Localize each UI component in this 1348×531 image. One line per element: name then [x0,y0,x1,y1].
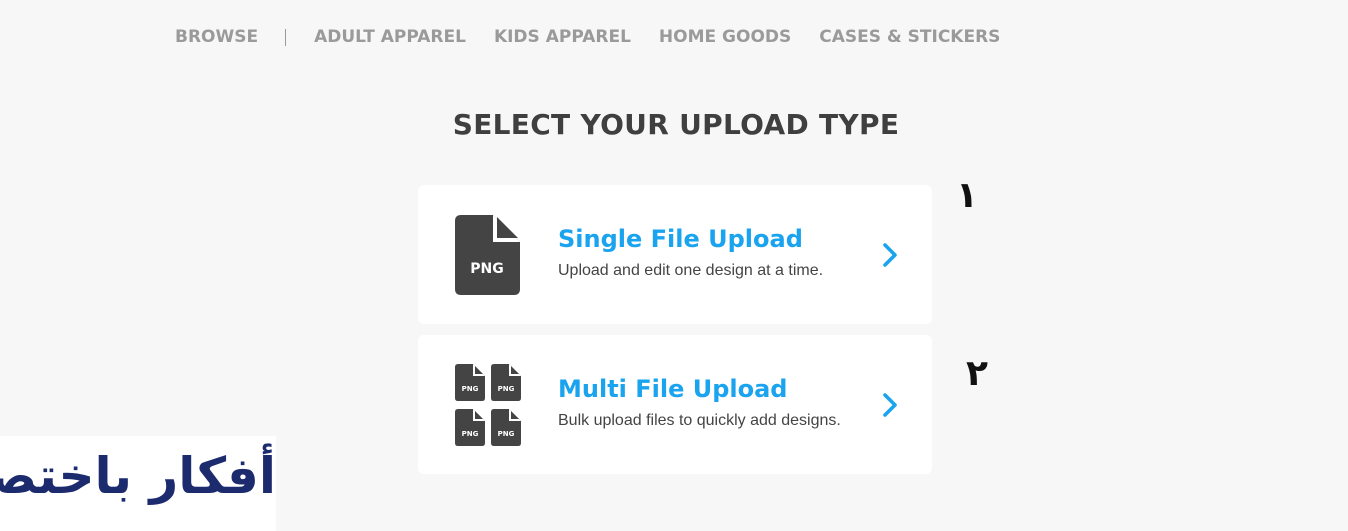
nav-divider [285,28,287,46]
nav-item-cases-stickers[interactable]: CASES & STICKERS [819,27,1000,47]
top-nav: BROWSE ADULT APPAREL KIDS APPAREL HOME G… [175,24,1028,50]
nav-item-kids-apparel[interactable]: KIDS APPAREL [494,27,631,47]
watermark-logo: أفكار باختصار [0,436,276,531]
annotation-number-two: ٢ [966,353,988,394]
multi-file-upload-card[interactable]: PNG PNG PNG PNG Multi File Upload Bulk u… [418,335,932,474]
png-file-icon: PNG [455,364,485,401]
chevron-right-icon[interactable] [878,392,902,418]
svg-text:PNG: PNG [462,385,479,393]
nav-item-browse[interactable]: BROWSE [175,27,258,47]
svg-text:PNG: PNG [498,385,515,393]
page-title: SELECT YOUR UPLOAD TYPE [452,108,900,141]
svg-text:PNG: PNG [498,430,515,438]
single-file-upload-card[interactable]: PNG Single File Upload Upload and edit o… [418,185,932,324]
nav-item-home-goods[interactable]: HOME GOODS [659,27,791,47]
png-file-icon: PNG [455,409,485,446]
chevron-right-icon[interactable] [878,242,902,268]
nav-item-adult-apparel[interactable]: ADULT APPAREL [314,27,466,47]
multi-file-upload-title: Multi File Upload [558,375,788,403]
png-file-label: PNG [470,261,503,277]
png-file-icon: PNG [491,364,521,401]
png-file-icon: PNG [455,215,520,295]
watermark-logo-text: أفكار باختصار [0,447,276,505]
single-file-upload-title: Single File Upload [558,225,803,253]
multi-file-upload-description: Bulk upload files to quickly add designs… [558,412,841,429]
annotation-number-one: ١ [956,175,978,216]
svg-text:PNG: PNG [462,430,479,438]
png-file-icon: PNG [491,409,521,446]
single-file-upload-description: Upload and edit one design at a time. [558,262,824,279]
multi-png-files-icon: PNG PNG PNG PNG [455,364,521,446]
